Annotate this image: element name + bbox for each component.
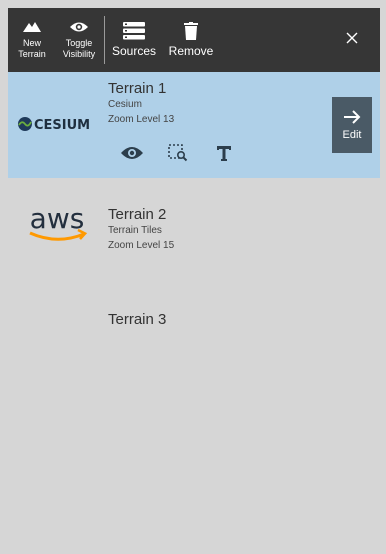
- sources-label: Sources: [111, 44, 157, 58]
- terrain-source: Cesium: [108, 99, 142, 110]
- new-terrain-label-line2: Terrain: [18, 48, 46, 59]
- terrain-item[interactable]: CESIUM Terrain 1 Cesium Zoom Level 13 Ed…: [8, 72, 380, 178]
- remove-button[interactable]: Remove: [166, 8, 216, 72]
- terrain-panel: New Terrain Toggle Visibility Sources Re…: [8, 8, 380, 552]
- visibility-action[interactable]: [108, 140, 156, 166]
- toolbar: New Terrain Toggle Visibility Sources Re…: [8, 8, 380, 72]
- arrow-right-icon: [344, 110, 361, 124]
- terrain-zoom-level: Zoom Level 15: [108, 240, 175, 251]
- new-terrain-button[interactable]: New Terrain: [10, 8, 54, 72]
- mountain-icon: [23, 21, 41, 32]
- eye-icon: [70, 22, 88, 31]
- terrain-item[interactable]: Terrain 3: [8, 284, 380, 390]
- toggle-visibility-button[interactable]: Toggle Visibility: [56, 8, 102, 72]
- stack-icon: [123, 22, 145, 40]
- toggle-visibility-label: Toggle Visibility: [63, 38, 95, 60]
- close-button[interactable]: [340, 26, 364, 50]
- trash-icon: [184, 22, 198, 40]
- text-t-icon: [217, 146, 231, 161]
- aws-logo: aws: [16, 196, 98, 248]
- toggle-visibility-label-line2: Visibility: [62, 48, 96, 59]
- zoom-selection-icon: [168, 144, 188, 162]
- select-area-action[interactable]: [156, 140, 204, 166]
- edit-label: Edit: [342, 129, 362, 141]
- terrain-title: Terrain 2: [108, 206, 167, 223]
- eye-icon: [121, 147, 143, 159]
- cesium-logo-text: CESIUM: [34, 118, 90, 133]
- new-terrain-label-line1: New: [22, 37, 41, 48]
- terrain-title: Terrain 3: [108, 311, 167, 328]
- close-icon: [346, 32, 358, 44]
- new-terrain-label: New Terrain: [18, 38, 46, 60]
- terrain-title: Terrain 1: [108, 80, 167, 97]
- terrain-source: Terrain Tiles: [108, 225, 162, 236]
- terrain-item[interactable]: aws Terrain 2 Terrain Tiles Zoom Level 1…: [8, 178, 380, 284]
- sources-button[interactable]: Sources: [109, 8, 159, 72]
- terrain-zoom-level: Zoom Level 13: [108, 114, 175, 125]
- aws-logo-text: aws: [30, 202, 85, 235]
- cesium-logo: CESIUM: [16, 98, 98, 150]
- toggle-visibility-label-line1: Toggle: [65, 37, 93, 48]
- remove-label: Remove: [168, 44, 214, 58]
- rename-action[interactable]: [204, 140, 252, 166]
- edit-button[interactable]: Edit: [332, 97, 372, 153]
- terrain-actions: [108, 140, 252, 166]
- toolbar-divider: [104, 16, 105, 64]
